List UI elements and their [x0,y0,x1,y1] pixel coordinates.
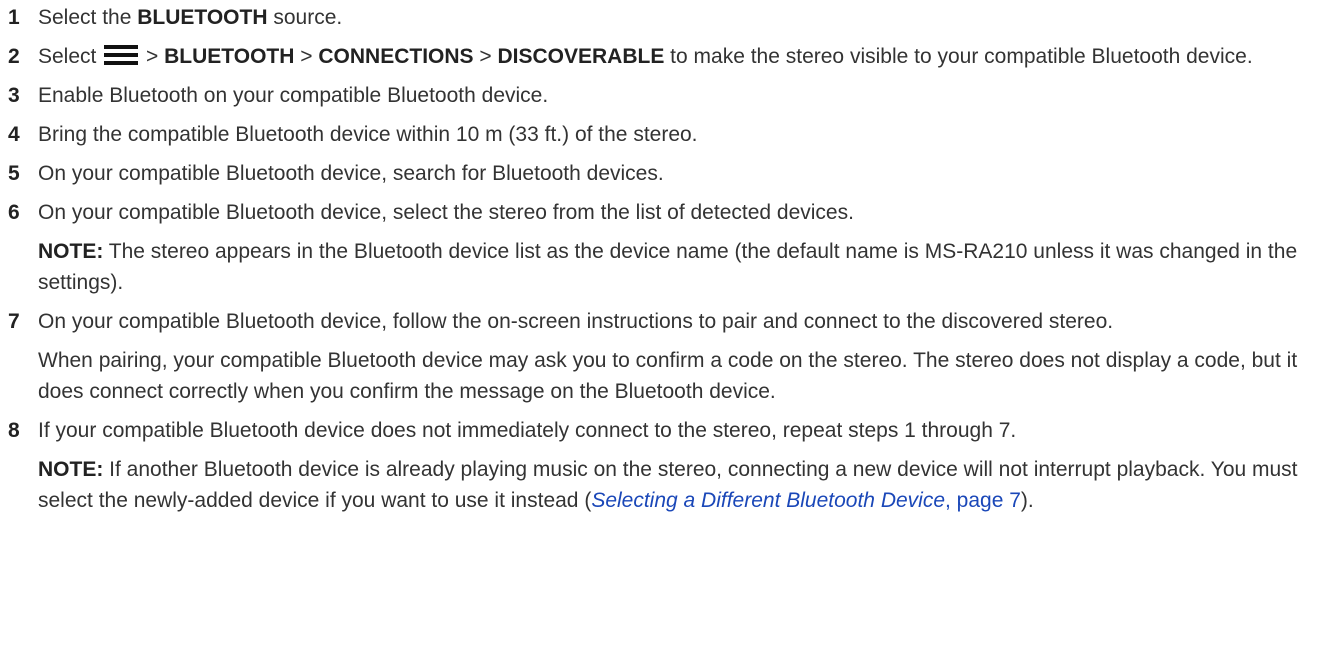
step-text: If your compatible Bluetooth device does… [38,419,1017,442]
step-text: Select the BLUETOOTH source. [38,6,343,29]
note-label: NOTE: [38,240,104,263]
step-6: 6 On your compatible Bluetooth device, s… [8,197,1337,306]
step-number: 6 [8,201,20,224]
step-number: 2 [8,45,20,68]
step-text: On your compatible Bluetooth device, fol… [38,310,1114,333]
step-number: 5 [8,162,20,185]
step-number: 8 [8,419,20,442]
step-paragraph: When pairing, your compatible Bluetooth … [38,349,1298,403]
step-1: 1 Select the BLUETOOTH source. [8,2,1337,41]
step-number: 7 [8,310,20,333]
step-4: 4 Bring the compatible Bluetooth device … [8,119,1337,158]
step-number: 3 [8,84,20,107]
step-5: 5 On your compatible Bluetooth device, s… [8,158,1337,197]
step-text: Enable Bluetooth on your compatible Blue… [38,84,549,107]
note: NOTE: The stereo appears in the Bluetoot… [38,240,1298,294]
step-text: On your compatible Bluetooth device, sea… [38,162,664,185]
note: NOTE: If another Bluetooth device is alr… [38,458,1298,512]
step-text: Bring the compatible Bluetooth device wi… [38,123,698,146]
note-label: NOTE: [38,458,104,481]
menu-icon [104,45,139,65]
cross-reference-link[interactable]: Selecting a Different Bluetooth Device, … [591,489,1021,512]
instructions-page: 1 Select the BLUETOOTH source. 2 Select … [0,0,1343,658]
step-3: 3 Enable Bluetooth on your compatible Bl… [8,80,1337,119]
step-text: On your compatible Bluetooth device, sel… [38,201,854,224]
step-2: 2 Select > BLUETOOTH > CONNECTIONS > DIS… [8,41,1337,80]
step-text: Select > BLUETOOTH > CONNECTIONS > DISCO… [38,45,1253,68]
step-8: 8 If your compatible Bluetooth device do… [8,415,1337,524]
step-7: 7 On your compatible Bluetooth device, f… [8,306,1337,415]
step-number: 4 [8,123,20,146]
step-number: 1 [8,6,20,29]
